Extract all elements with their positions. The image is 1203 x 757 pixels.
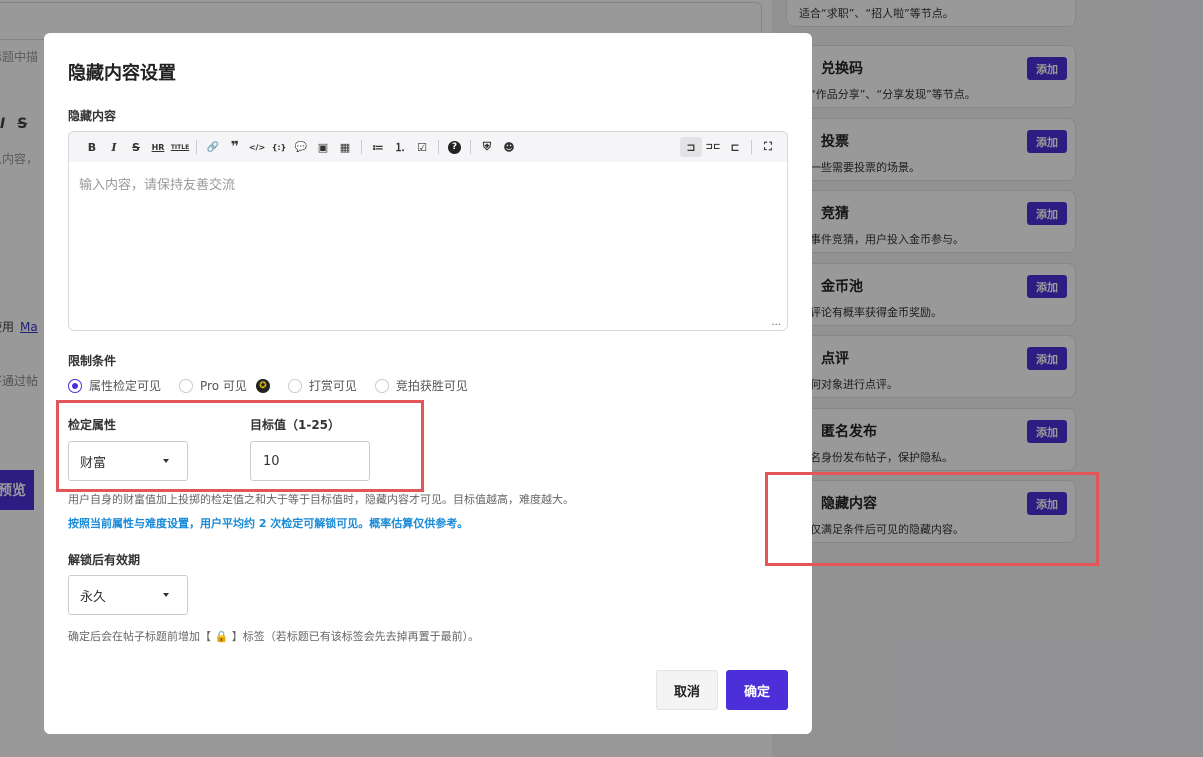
- radio-pro-visible[interactable]: Pro 可见 ✪: [179, 377, 270, 394]
- comment-icon[interactable]: 💬: [290, 137, 312, 157]
- attribute-select[interactable]: 财富: [68, 441, 188, 481]
- code-block-icon[interactable]: {:}: [268, 137, 290, 157]
- cancel-button[interactable]: 取消: [656, 670, 718, 710]
- condition-description: 用户自身的财富值加上投掷的检定值之和大于等于目标值时，隐藏内容才可见。目标值越高…: [68, 493, 574, 506]
- condition-label: 限制条件: [68, 354, 117, 368]
- table-icon[interactable]: ▦: [334, 137, 356, 157]
- bold-icon[interactable]: B: [81, 137, 103, 157]
- italic-icon[interactable]: I: [103, 137, 125, 157]
- code-icon[interactable]: </>: [246, 137, 268, 157]
- strike-icon[interactable]: S: [125, 137, 147, 157]
- help-icon[interactable]: ?: [448, 140, 461, 154]
- radio-label: Pro 可见: [200, 379, 247, 393]
- shield-icon[interactable]: ⛨: [476, 137, 498, 157]
- expiry-select-value: 永久: [80, 589, 107, 605]
- hr-icon[interactable]: HR: [147, 137, 169, 157]
- layout-right-icon[interactable]: ⊏: [724, 137, 746, 157]
- toolbar-divider: [361, 140, 362, 154]
- toolbar-divider: [196, 140, 197, 154]
- hidden-content-editor[interactable]: B I S HR TITLE 🔗 ❞ </> {:} 💬 ▣ ▦ ≔ ⒈ ☑ ?…: [68, 131, 788, 331]
- check-list-icon[interactable]: ☑: [411, 137, 433, 157]
- attribute-select-value: 财富: [80, 455, 107, 471]
- title-icon[interactable]: TITLE: [169, 137, 191, 157]
- radio-dot[interactable]: [374, 378, 389, 393]
- probability-estimate: 按照当前属性与难度设置，用户平均约 2 次检定可解锁可见。概率估算仅供参考。: [68, 517, 469, 530]
- layout-center-icon[interactable]: ⊐⊏: [702, 137, 724, 157]
- list-icon[interactable]: ≔: [367, 137, 389, 157]
- pro-badge-icon: ✪: [255, 378, 270, 393]
- emoji-icon[interactable]: ☻: [498, 137, 520, 157]
- radio-attribute-check[interactable]: 属性检定可见: [68, 377, 161, 394]
- radio-dot[interactable]: [179, 378, 194, 393]
- footer-note: 确定后会在帖子标题前增加【 🔒 】标签（若标题已有该标签会先去掉再置于最前）。: [68, 630, 480, 643]
- radio-label: 打赏可见: [308, 379, 357, 393]
- expiry-label: 解锁后有效期: [68, 553, 141, 567]
- editor-toolbar: B I S HR TITLE 🔗 ❞ </> {:} 💬 ▣ ▦ ≔ ⒈ ☑ ?…: [69, 132, 787, 162]
- ordered-list-icon[interactable]: ⒈: [389, 137, 411, 157]
- condition-radio-group: 属性检定可见 Pro 可见 ✪ 打赏可见 竞拍获胜可见: [68, 377, 468, 394]
- radio-dot[interactable]: [287, 378, 302, 393]
- target-value-text: 10: [263, 453, 280, 469]
- confirm-button[interactable]: 确定: [726, 670, 788, 710]
- toolbar-divider: [438, 140, 439, 154]
- resize-handle-icon[interactable]: ...: [771, 317, 781, 328]
- toolbar-divider: [470, 140, 471, 154]
- modal-title: 隐藏内容设置: [68, 63, 176, 84]
- content-label: 隐藏内容: [68, 109, 117, 123]
- chevron-down-icon: [163, 459, 169, 463]
- link-icon[interactable]: 🔗: [202, 137, 224, 157]
- target-value-label: 目标值（1-25）: [250, 418, 341, 432]
- toolbar-divider: [751, 140, 752, 154]
- chevron-down-icon: [163, 593, 169, 597]
- hidden-content-settings-modal: 隐藏内容设置 隐藏内容 B I S HR TITLE 🔗 ❞ </> {:} 💬…: [44, 33, 812, 734]
- radio-dot[interactable]: [68, 378, 82, 393]
- toolbar-layout-group: ⊐ ⊐⊏ ⊏ ⛶: [680, 137, 787, 157]
- target-value-input[interactable]: 10: [250, 441, 370, 481]
- layout-left-icon[interactable]: ⊐: [680, 137, 702, 157]
- fullscreen-icon[interactable]: ⛶: [757, 137, 779, 157]
- radio-tip-visible[interactable]: 打赏可见: [287, 377, 357, 394]
- radio-auction-visible[interactable]: 竞拍获胜可见: [374, 377, 468, 394]
- radio-label: 属性检定可见: [89, 379, 162, 393]
- expiry-select[interactable]: 永久: [68, 575, 188, 615]
- editor-placeholder: 输入内容，请保持友善交流: [79, 178, 236, 193]
- image-icon[interactable]: ▣: [312, 137, 334, 157]
- attribute-label: 检定属性: [68, 418, 117, 432]
- quote-icon[interactable]: ❞: [224, 137, 246, 157]
- radio-label: 竞拍获胜可见: [395, 379, 468, 393]
